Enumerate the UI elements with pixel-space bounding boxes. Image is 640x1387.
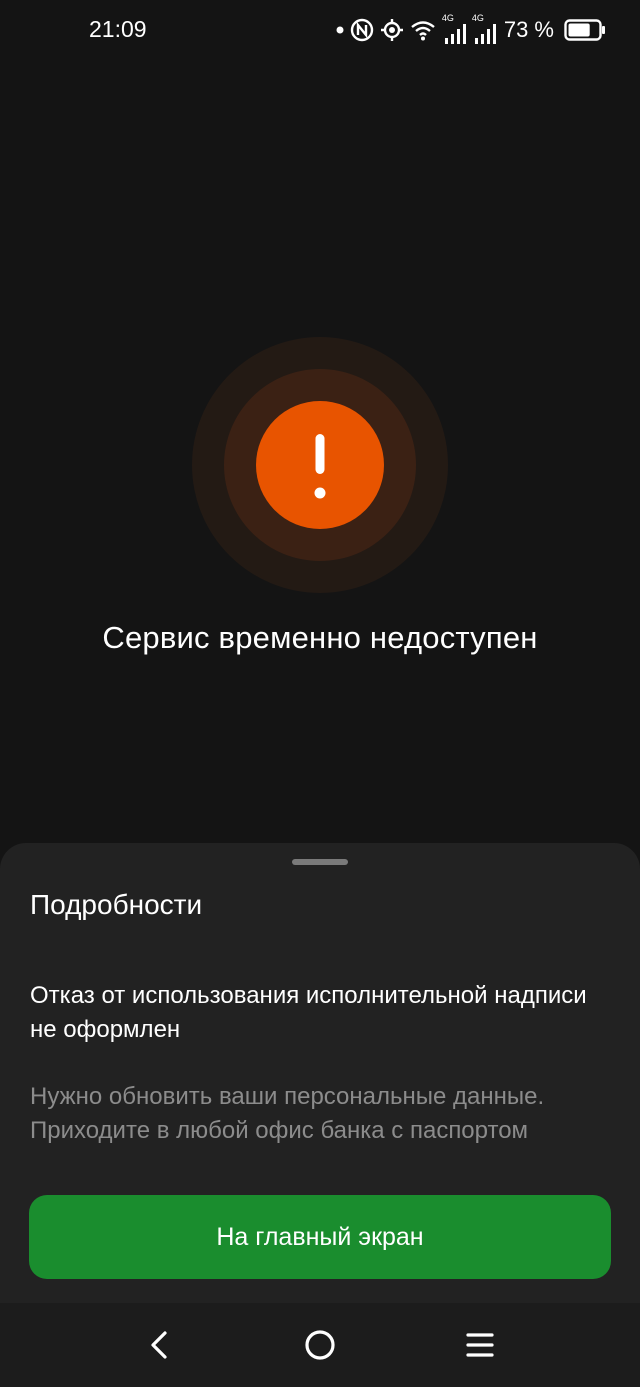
sheet-drag-handle[interactable] bbox=[292, 859, 348, 865]
system-nav-bar bbox=[0, 1303, 640, 1387]
network-type-label: 4G bbox=[441, 13, 454, 23]
signal-icon bbox=[444, 24, 466, 44]
signal-1: 4G bbox=[441, 13, 466, 45]
back-icon bbox=[151, 1331, 167, 1359]
sheet-description: Нужно обновить ваши персональные данные.… bbox=[30, 1083, 545, 1144]
sheet-title: Подробности bbox=[30, 889, 203, 920]
signal-2: 4G bbox=[471, 13, 496, 45]
status-bar: 21:09 4G 4G 73 % bbox=[0, 0, 640, 60]
alert-circle bbox=[256, 401, 384, 529]
go-home-button[interactable]: На главный экран bbox=[29, 1195, 611, 1279]
menu-icon bbox=[466, 1333, 494, 1357]
location-icon bbox=[380, 19, 403, 41]
battery-percent: 73 % bbox=[503, 17, 554, 42]
nav-menu-button[interactable] bbox=[460, 1325, 500, 1365]
battery-icon bbox=[564, 19, 605, 41]
dot-icon bbox=[336, 26, 344, 34]
nfc-icon bbox=[350, 18, 374, 42]
status-time: 21:09 bbox=[89, 16, 147, 42]
home-icon bbox=[305, 1330, 335, 1360]
error-title: Сервис временно недоступен bbox=[102, 620, 538, 655]
exclamation-icon bbox=[314, 434, 326, 499]
wifi-icon bbox=[411, 21, 435, 41]
details-sheet: Подробности Отказ от использования испол… bbox=[0, 843, 640, 1303]
signal-icon bbox=[474, 24, 496, 44]
alert-indicator bbox=[192, 337, 448, 593]
status-icons: 4G 4G 73 % bbox=[336, 13, 606, 46]
nav-back-button[interactable] bbox=[140, 1325, 180, 1365]
sheet-heading: Отказ от использования исполнительной на… bbox=[30, 982, 587, 1043]
nav-home-button[interactable] bbox=[300, 1325, 340, 1365]
network-type-label: 4G bbox=[471, 13, 484, 23]
